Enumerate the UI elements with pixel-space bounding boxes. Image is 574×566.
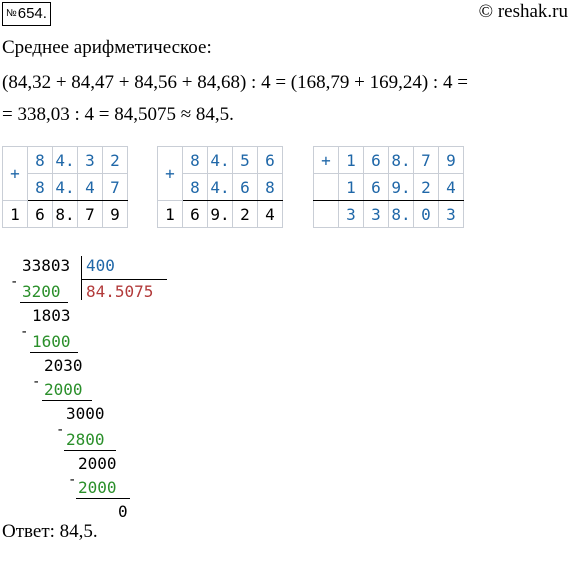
number-sign: № <box>6 8 17 19</box>
problem-number-value: 654. <box>17 5 47 22</box>
sum-digit: 3 <box>438 200 464 228</box>
subtrahend: 2800 <box>66 430 105 449</box>
subtrahend: 2000 <box>44 380 83 399</box>
digit: 4. <box>207 146 233 174</box>
digit: 4. <box>207 173 233 201</box>
column-addition-1: + 8 4. 3 2 8 4. 4 7 1 6 8. 7 9 <box>2 146 128 228</box>
plus-sign: + <box>2 146 28 201</box>
digit: 2 <box>413 173 439 201</box>
divisor-underline <box>81 279 167 280</box>
final-remainder: 0 <box>118 502 128 521</box>
expression-line-1: (84,32 + 84,47 + 84,56 + 84,68) : 4 = (1… <box>2 72 468 93</box>
digit: 6 <box>232 173 258 201</box>
minus-sign: - <box>20 324 29 340</box>
digit: 8 <box>27 173 53 201</box>
digit: 2 <box>102 146 128 174</box>
divisor: 400 <box>86 256 115 275</box>
column-addition-3: + 1 6 8. 7 9 1 6 9. 2 4 3 3 8. 0 3 <box>313 146 464 228</box>
remainder: 2000 <box>78 454 117 473</box>
digit: 9. <box>388 173 414 201</box>
sum-digit: 0 <box>413 200 439 228</box>
column-addition-2: + 8 4. 5 6 8 4. 6 8 1 6 9. 2 4 <box>157 146 283 228</box>
remainder: 1803 <box>32 306 71 325</box>
digit: 4 <box>438 173 464 201</box>
subtrahend: 1600 <box>32 332 71 351</box>
digit: 4. <box>52 173 78 201</box>
digit: 8 <box>257 173 283 201</box>
digit: 8 <box>27 146 53 174</box>
digit: 6 <box>257 146 283 174</box>
quotient: 84.5075 <box>86 282 154 301</box>
digit: 6 <box>363 173 389 201</box>
digit: 8. <box>388 146 414 174</box>
subtraction-line <box>42 400 92 401</box>
sum-digit: 6 <box>182 200 208 228</box>
sum-digit: 1 <box>157 200 183 228</box>
answer-line: Ответ: 84,5. <box>2 521 98 542</box>
subtraction-line <box>30 352 78 353</box>
digit: 3 <box>77 146 103 174</box>
problem-number: №654. <box>2 2 51 26</box>
sum-digit: 4 <box>257 200 283 228</box>
sum-digit: 8. <box>388 200 414 228</box>
site-credit[interactable]: © reshak.ru <box>479 0 568 24</box>
digit: 8 <box>182 173 208 201</box>
digit: 6 <box>363 146 389 174</box>
minus-sign: - <box>56 422 65 438</box>
sum-digit: 6 <box>27 200 53 228</box>
sum-digit: 7 <box>77 200 103 228</box>
subtrahend: 3200 <box>22 282 61 301</box>
digit: 1 <box>338 146 364 174</box>
sum-digit: 9 <box>102 200 128 228</box>
plus-sign: + <box>313 146 339 174</box>
dividend: 33803 <box>22 256 71 275</box>
sum-digit: 9. <box>207 200 233 228</box>
minus-sign: - <box>32 374 41 390</box>
empty-cell <box>313 200 339 228</box>
digit: 7 <box>413 146 439 174</box>
minus-sign: - <box>10 274 19 290</box>
remainder: 2030 <box>44 356 83 375</box>
sum-digit: 1 <box>2 200 28 228</box>
digit: 5 <box>232 146 258 174</box>
sum-digit: 2 <box>232 200 258 228</box>
empty-cell <box>313 173 339 201</box>
division-vertical-bar <box>81 256 82 300</box>
minus-sign: - <box>68 472 77 488</box>
digit: 8 <box>182 146 208 174</box>
subtraction-line <box>76 498 130 499</box>
digit: 4. <box>52 146 78 174</box>
digit: 1 <box>338 173 364 201</box>
sum-digit: 3 <box>338 200 364 228</box>
remainder: 3000 <box>66 404 105 423</box>
subtraction-line <box>20 302 68 303</box>
subtraction-line <box>64 450 116 451</box>
sum-digit: 8. <box>52 200 78 228</box>
sum-digit: 3 <box>363 200 389 228</box>
digit: 7 <box>102 173 128 201</box>
subtrahend: 2000 <box>78 478 117 497</box>
digit: 4 <box>77 173 103 201</box>
plus-sign: + <box>157 146 183 201</box>
task-caption: Среднее арифметическое: <box>2 37 212 58</box>
expression-line-2: = 338,03 : 4 = 84,5075 ≈ 84,5. <box>2 104 234 125</box>
digit: 9 <box>438 146 464 174</box>
